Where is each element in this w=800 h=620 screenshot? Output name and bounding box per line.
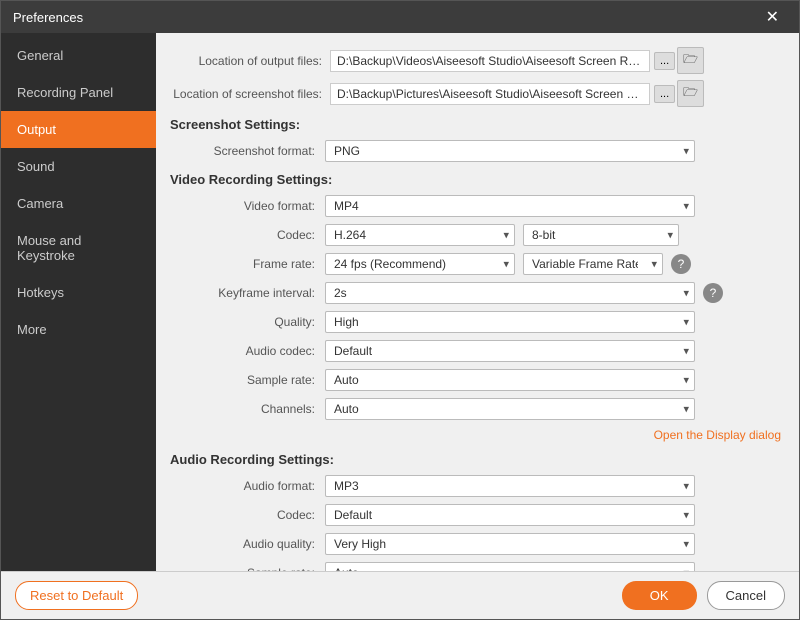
keyframe-row: Keyframe interval: 2s ? <box>170 282 781 304</box>
audio-codec2-select[interactable]: Default <box>325 504 695 526</box>
codec-label: Codec: <box>170 228 325 242</box>
audio-codec2-row: Codec: Default <box>170 504 781 526</box>
output-files-folder-button[interactable]: 🗁 <box>677 47 704 74</box>
titlebar: Preferences ✕ <box>1 1 799 33</box>
keyframe-select[interactable]: 2s <box>325 282 695 304</box>
sidebar-item-recording-panel[interactable]: Recording Panel <box>1 74 156 111</box>
screenshot-files-buttons: ... 🗁 <box>654 80 704 107</box>
audio-codec2-label: Codec: <box>170 508 325 522</box>
audio-sample-rate-select[interactable]: Auto <box>325 562 695 571</box>
close-button[interactable]: ✕ <box>758 3 787 31</box>
cancel-button[interactable]: Cancel <box>707 581 785 610</box>
sidebar-item-mouse-keystroke[interactable]: Mouse and Keystroke <box>1 222 156 274</box>
audio-codec2-wrapper: Default <box>325 504 695 526</box>
audio-sample-rate-row: Sample rate: Auto <box>170 562 781 571</box>
sample-rate-row: Sample rate: Auto <box>170 369 781 391</box>
sample-rate-wrapper: Auto <box>325 369 695 391</box>
keyframe-controls: 2s ? <box>325 282 723 304</box>
audio-quality-wrapper: Very High <box>325 533 695 555</box>
audio-codec-label: Audio codec: <box>170 344 325 358</box>
screenshot-format-label: Screenshot format: <box>170 144 325 158</box>
screenshot-files-label: Location of screenshot files: <box>170 87 330 101</box>
screenshot-format-select[interactable]: PNG <box>325 140 695 162</box>
sample-rate-select[interactable]: Auto <box>325 369 695 391</box>
video-format-wrapper: MP4 <box>325 195 695 217</box>
sidebar-item-more[interactable]: More <box>1 311 156 348</box>
audio-quality-label: Audio quality: <box>170 537 325 551</box>
footer: Reset to Default OK Cancel <box>1 571 799 619</box>
frame-rate-selects: 24 fps (Recommend) Variable Frame Rate ? <box>325 253 691 275</box>
display-link-row: Open the Display dialog <box>170 427 781 442</box>
screenshot-files-dots-button[interactable]: ... <box>654 85 675 103</box>
keyframe-wrapper: 2s <box>325 282 695 304</box>
frame-rate-label: Frame rate: <box>170 257 325 271</box>
output-files-buttons: ... 🗁 <box>654 47 704 74</box>
codec-row: Codec: H.264 8-bit <box>170 224 781 246</box>
sidebar: General Recording Panel Output Sound Cam… <box>1 33 156 571</box>
codec-wrapper: H.264 <box>325 224 515 246</box>
audio-codec-select[interactable]: Default <box>325 340 695 362</box>
quality-wrapper: High <box>325 311 695 333</box>
preferences-window: Preferences ✕ General Recording Panel Ou… <box>0 0 800 620</box>
sidebar-item-camera[interactable]: Camera <box>1 185 156 222</box>
screenshot-section-title: Screenshot Settings: <box>170 117 781 132</box>
video-format-label: Video format: <box>170 199 325 213</box>
frame-rate-help-button[interactable]: ? <box>671 254 691 274</box>
quality-select[interactable]: High <box>325 311 695 333</box>
sidebar-item-general[interactable]: General <box>1 37 156 74</box>
video-format-select[interactable]: MP4 <box>325 195 695 217</box>
content-area: Location of output files: ... 🗁 Location… <box>156 33 799 571</box>
channels-row: Channels: Auto <box>170 398 781 420</box>
audio-codec-wrapper: Default <box>325 340 695 362</box>
output-files-input[interactable] <box>330 50 650 72</box>
screenshot-files-row: Location of screenshot files: ... 🗁 <box>170 80 781 107</box>
channels-wrapper: Auto <box>325 398 695 420</box>
frame-rate-row: Frame rate: 24 fps (Recommend) Variable … <box>170 253 781 275</box>
window-title: Preferences <box>13 10 83 25</box>
audio-format-select[interactable]: MP3 <box>325 475 695 497</box>
codec-bit-wrapper: 8-bit <box>523 224 679 246</box>
audio-format-wrapper: MP3 <box>325 475 695 497</box>
frame-rate-select[interactable]: 24 fps (Recommend) <box>325 253 515 275</box>
display-dialog-link[interactable]: Open the Display dialog <box>654 428 781 442</box>
screenshot-format-row: Screenshot format: PNG <box>170 140 781 162</box>
channels-select[interactable]: Auto <box>325 398 695 420</box>
quality-row: Quality: High <box>170 311 781 333</box>
reset-button[interactable]: Reset to Default <box>15 581 138 610</box>
audio-format-label: Audio format: <box>170 479 325 493</box>
output-files-row: Location of output files: ... 🗁 <box>170 47 781 74</box>
audio-quality-row: Audio quality: Very High <box>170 533 781 555</box>
audio-quality-select[interactable]: Very High <box>325 533 695 555</box>
quality-label: Quality: <box>170 315 325 329</box>
screenshot-files-folder-button[interactable]: 🗁 <box>677 80 704 107</box>
video-section-title: Video Recording Settings: <box>170 172 781 187</box>
ok-button[interactable]: OK <box>622 581 697 610</box>
sidebar-item-hotkeys[interactable]: Hotkeys <box>1 274 156 311</box>
frame-rate-wrapper: 24 fps (Recommend) <box>325 253 515 275</box>
audio-codec-row: Audio codec: Default <box>170 340 781 362</box>
frame-rate-type-wrapper: Variable Frame Rate <box>523 253 663 275</box>
audio-sample-rate-wrapper: Auto <box>325 562 695 571</box>
audio-section-title: Audio Recording Settings: <box>170 452 781 467</box>
screenshot-format-wrapper: PNG <box>325 140 695 162</box>
sidebar-item-sound[interactable]: Sound <box>1 148 156 185</box>
main-content: General Recording Panel Output Sound Cam… <box>1 33 799 571</box>
channels-label: Channels: <box>170 402 325 416</box>
sample-rate-label: Sample rate: <box>170 373 325 387</box>
frame-rate-type-select[interactable]: Variable Frame Rate <box>523 253 663 275</box>
keyframe-label: Keyframe interval: <box>170 286 325 300</box>
keyframe-help-button[interactable]: ? <box>703 283 723 303</box>
footer-right-buttons: OK Cancel <box>622 581 785 610</box>
output-files-label: Location of output files: <box>170 54 330 68</box>
codec-select[interactable]: H.264 <box>325 224 515 246</box>
screenshot-files-input[interactable] <box>330 83 650 105</box>
codec-bit-select[interactable]: 8-bit <box>523 224 679 246</box>
sidebar-item-output[interactable]: Output <box>1 111 156 148</box>
output-files-dots-button[interactable]: ... <box>654 52 675 70</box>
audio-format-row: Audio format: MP3 <box>170 475 781 497</box>
codec-selects: H.264 8-bit <box>325 224 679 246</box>
video-format-row: Video format: MP4 <box>170 195 781 217</box>
